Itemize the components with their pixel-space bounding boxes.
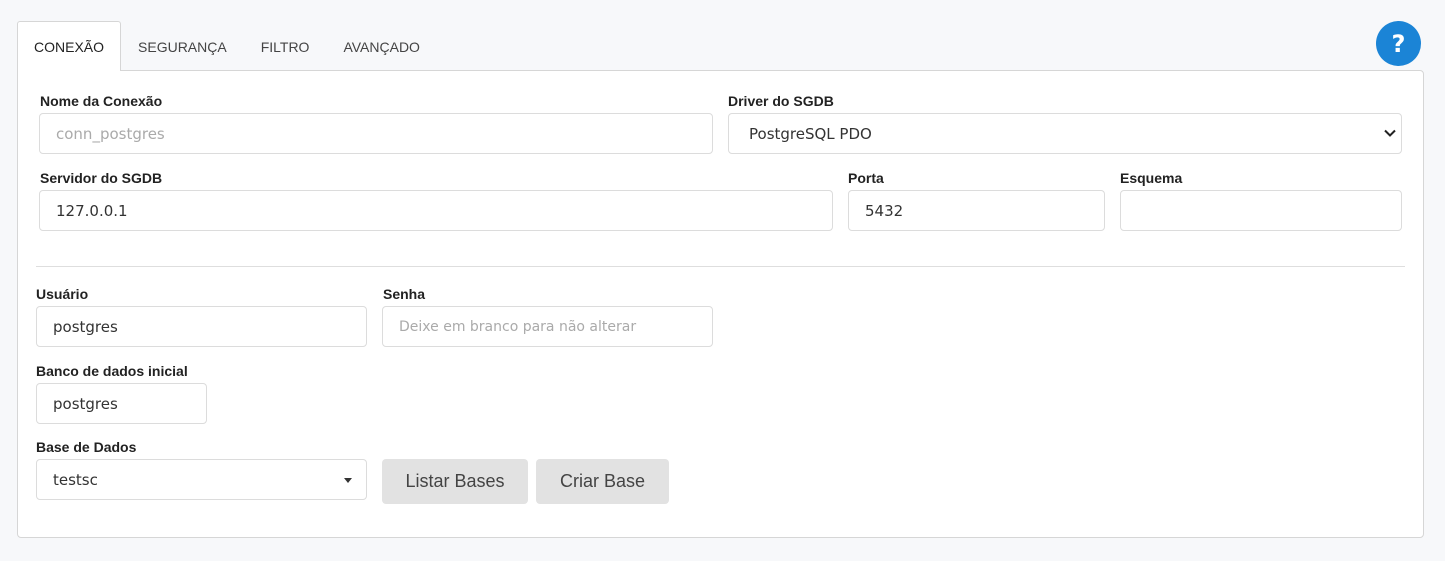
caret-down-icon [344,478,352,483]
password-input[interactable]: Deixe em branco para não alterar [382,306,713,347]
list-bases-button[interactable]: Listar Bases [382,459,528,504]
port-input[interactable]: 5432 [848,190,1105,231]
server-input[interactable]: 127.0.0.1 [39,190,833,231]
port-label: Porta [848,170,884,186]
schema-input[interactable] [1120,190,1402,231]
schema-label: Esquema [1120,170,1183,186]
driver-select[interactable]: PostgreSQL PDO [728,113,1402,154]
database-label: Base de Dados [36,439,137,455]
user-label: Usuário [36,286,89,302]
section-divider [36,266,1405,267]
database-value: testsc [53,470,98,489]
connection-name-input: conn_postgres [39,113,713,154]
password-label: Senha [383,286,426,302]
driver-value: PostgreSQL PDO [749,124,872,143]
server-label: Servidor do SGDB [40,170,163,186]
database-select[interactable]: testsc [36,459,367,500]
create-base-button[interactable]: Criar Base [536,459,669,504]
initial-db-label: Banco de dados inicial [36,363,188,379]
driver-label: Driver do SGDB [728,93,834,109]
chevron-down-icon [1384,129,1396,137]
user-input[interactable]: postgres [36,306,367,347]
connection-name-label: Nome da Conexão [40,93,163,109]
initial-db-input[interactable]: postgres [36,383,207,424]
